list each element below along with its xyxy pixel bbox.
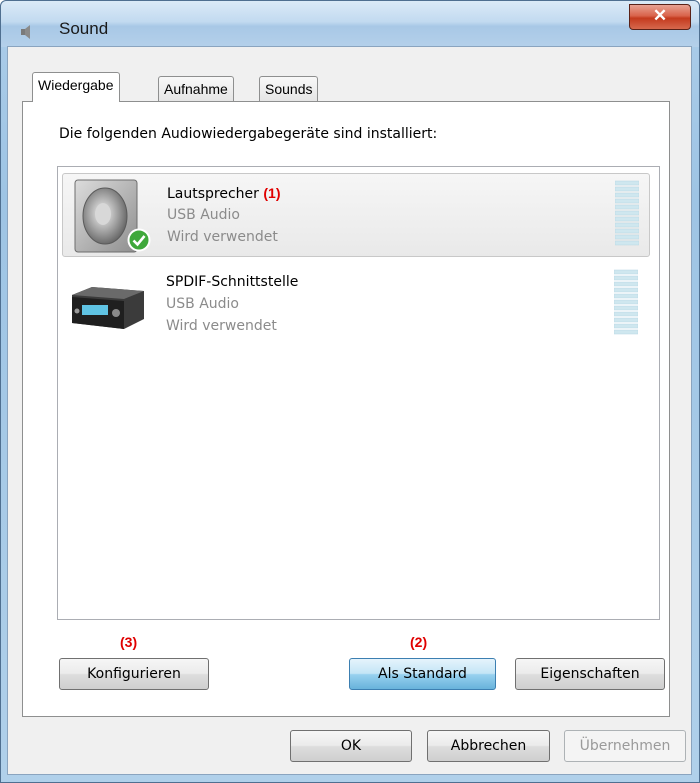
device-name: SPDIF-Schnittstelle <box>166 274 298 290</box>
device-item-spdif[interactable]: SPDIF-Schnittstelle USB Audio Wird verwe… <box>62 263 650 347</box>
apply-button[interactable]: Übernehmen <box>564 730 686 762</box>
device-status: Wird verwendet <box>166 318 277 334</box>
device-driver: USB Audio <box>166 296 239 312</box>
title-bar[interactable]: Sound ✕ <box>1 1 699 47</box>
level-meter <box>614 269 638 335</box>
annotation-3: (3) <box>120 634 138 650</box>
check-icon <box>127 228 151 252</box>
cancel-button[interactable]: Abbrechen <box>427 730 550 762</box>
configure-button[interactable]: Konfigurieren <box>59 658 209 690</box>
set-default-button[interactable]: Als Standard <box>349 658 496 690</box>
device-item-lautsprecher[interactable]: Lautsprecher (1) USB Audio Wird verwende… <box>62 173 650 257</box>
speaker-title-icon <box>21 25 30 39</box>
instructions-text: Die folgenden Audiowiedergabegeräte sind… <box>59 126 438 142</box>
device-driver: USB Audio <box>167 207 240 223</box>
properties-button[interactable]: Eigenschaften <box>515 658 665 690</box>
tab-sounds[interactable]: Sounds <box>259 76 319 102</box>
tab-wiedergabe[interactable]: Wiedergabe <box>32 72 120 102</box>
annotation-1: (1) <box>263 185 281 201</box>
device-status: Wird verwendet <box>167 229 278 245</box>
device-name: Lautsprecher (1) <box>167 185 281 202</box>
device-name-label: SPDIF-Schnittstelle <box>166 274 299 290</box>
device-name-label: Lautsprecher <box>167 186 259 202</box>
tab-aufnahme[interactable]: Aufnahme <box>158 76 234 102</box>
window-title: Sound <box>59 19 109 38</box>
level-meter <box>615 180 639 246</box>
receiver-icon <box>72 287 144 329</box>
annotation-2: (2) <box>410 634 428 650</box>
close-button[interactable]: ✕ <box>629 4 691 30</box>
ok-button[interactable]: OK <box>290 730 412 762</box>
device-list[interactable]: Lautsprecher (1) USB Audio Wird verwende… <box>57 166 660 620</box>
